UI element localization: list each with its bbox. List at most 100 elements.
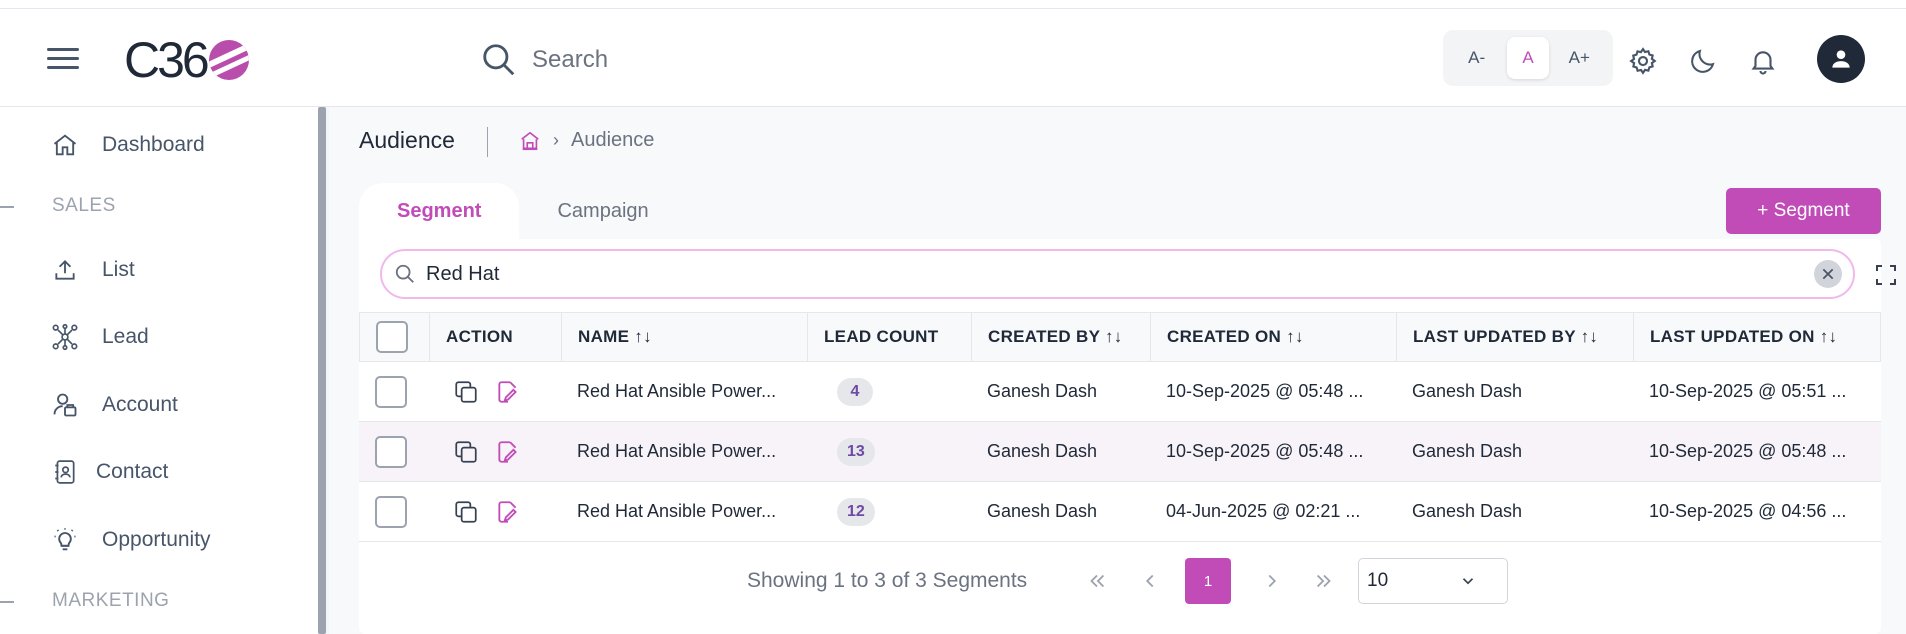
chevron-right-icon [1268, 574, 1277, 588]
add-segment-button[interactable]: + Segment [1726, 188, 1881, 234]
sidebar-item-label: Contact [96, 460, 169, 483]
search-icon [395, 264, 414, 283]
last-page-button[interactable] [1302, 559, 1346, 603]
lead-count-badge: 13 [837, 437, 875, 466]
sidebar-item-lead[interactable]: Lead [50, 317, 149, 357]
close-icon [1822, 268, 1834, 280]
sidebar-item-label: Lead [102, 325, 149, 348]
chevron-down-icon [1462, 578, 1474, 585]
sidebar-scrollbar[interactable] [318, 107, 326, 634]
font-increase-button[interactable]: A+ [1558, 37, 1600, 79]
clear-search-button[interactable] [1814, 260, 1842, 288]
prev-page-button[interactable] [1128, 559, 1172, 603]
section-label-marketing: MARKETING [52, 590, 170, 611]
created-on-cell: 10-Sep-2025 @ 05:48 ... [1166, 381, 1364, 401]
home-icon[interactable] [519, 130, 541, 152]
fullscreen-icon[interactable] [1874, 263, 1898, 287]
column-header-action: ACTION [430, 313, 562, 361]
lead-count-badge: 12 [837, 497, 875, 526]
sidebar-item-label: Opportunity [102, 528, 211, 551]
sidebar-item-contact[interactable]: Contact [50, 452, 168, 492]
lead-count-cell: 12 [807, 482, 971, 542]
breadcrumb-current: Audience [571, 129, 655, 151]
tab-campaign[interactable]: Campaign [519, 183, 686, 239]
updated-on-cell: 10-Sep-2025 @ 05:51 ... [1649, 381, 1847, 401]
tab-bar: Segment Campaign [359, 183, 687, 239]
app-logo[interactable]: C36 [124, 32, 249, 88]
edit-icon[interactable] [493, 437, 523, 467]
sidebar-item-list[interactable]: List [50, 250, 135, 290]
first-page-button[interactable] [1075, 559, 1119, 603]
row-select-cell [359, 422, 429, 482]
breadcrumb: › Audience [519, 129, 654, 152]
moon-icon[interactable] [1686, 44, 1720, 78]
lightbulb-icon [50, 525, 80, 555]
table-row[interactable]: Red Hat Ansible Power... 12 Ganesh Dash … [359, 482, 1881, 542]
created-by-cell: Ganesh Dash [987, 441, 1098, 461]
chevrons-left-icon [1090, 574, 1105, 588]
main-content: Audience › Audience Segment Campaign + S… [329, 107, 1906, 634]
column-header-last-updated-by[interactable]: LAST UPDATED BY ↑↓ [1397, 313, 1634, 361]
pagination-info: Showing 1 to 3 of 3 Segments [747, 569, 1028, 592]
column-header-last-updated-on[interactable]: LAST UPDATED ON ↑↓ [1634, 313, 1880, 361]
user-icon [1832, 50, 1850, 68]
row-checkbox[interactable] [375, 435, 407, 468]
edit-icon[interactable] [493, 377, 523, 407]
column-header-created-on[interactable]: CREATED ON ↑↓ [1151, 313, 1397, 361]
global-search[interactable]: Search [480, 38, 608, 82]
action-cell [429, 482, 561, 542]
gear-icon[interactable] [1626, 44, 1660, 78]
sidebar-item-opportunity[interactable]: Opportunity [50, 520, 211, 560]
name-cell[interactable]: Red Hat Ansible Power... [561, 422, 807, 482]
page-size-select[interactable]: 10 [1358, 558, 1508, 604]
sidebar-item-account[interactable]: Account [50, 385, 178, 425]
chevrons-right-icon [1316, 574, 1331, 588]
table-row[interactable]: Red Hat Ansible Power... 4 Ganesh Dash 1… [359, 362, 1881, 422]
table-row[interactable]: Red Hat Ansible Power... 13 Ganesh Dash … [359, 422, 1881, 482]
copy-icon[interactable] [451, 497, 481, 527]
segment-search-input[interactable]: Red Hat [380, 249, 1855, 299]
page-1-button[interactable]: 1 [1185, 558, 1231, 604]
section-divider [0, 601, 14, 603]
column-header-created-by[interactable]: CREATED BY ↑↓ [972, 313, 1151, 361]
row-select-cell [359, 362, 429, 422]
row-select-cell [359, 482, 429, 542]
column-header-lead-count: LEAD COUNT [808, 313, 972, 361]
menu-icon[interactable] [47, 48, 79, 70]
sidebar-item-label: Dashboard [102, 133, 205, 156]
sidebar-item-dashboard[interactable]: Dashboard [50, 125, 205, 165]
updated-by-cell: Ganesh Dash [1412, 441, 1523, 461]
row-checkbox[interactable] [375, 375, 407, 408]
select-all-checkbox[interactable] [376, 321, 408, 353]
font-decrease-button[interactable]: A- [1456, 37, 1498, 79]
next-page-button[interactable] [1250, 559, 1294, 603]
updated-on-cell: 10-Sep-2025 @ 05:48 ... [1649, 441, 1847, 461]
search-value: Red Hat [426, 262, 500, 285]
upload-icon [50, 255, 80, 285]
sidebar: Dashboard SALES List Lead Account Contac… [0, 107, 318, 634]
bell-icon[interactable] [1746, 44, 1780, 78]
app-header: C36 Search A- A A+ [0, 10, 1906, 107]
font-default-button[interactable]: A [1506, 37, 1549, 79]
created-on-cell: 04-Jun-2025 @ 02:21 ... [1166, 501, 1361, 521]
tab-segment[interactable]: Segment [359, 183, 520, 239]
column-header-name[interactable]: NAME ↑↓ [562, 313, 808, 361]
select-all-cell [360, 313, 430, 361]
action-cell [429, 422, 561, 482]
name-cell[interactable]: Red Hat Ansible Power... [561, 482, 807, 542]
updated-by-cell: Ganesh Dash [1412, 501, 1523, 521]
page-size-value: 10 [1367, 570, 1389, 591]
row-checkbox[interactable] [375, 495, 407, 528]
name-cell[interactable]: Red Hat Ansible Power... [561, 362, 807, 422]
created-by-cell: Ganesh Dash [987, 381, 1098, 401]
avatar[interactable] [1817, 35, 1865, 83]
edit-icon[interactable] [493, 497, 523, 527]
copy-icon[interactable] [451, 437, 481, 467]
top-border [0, 0, 1906, 9]
pagination: Showing 1 to 3 of 3 Segments 1 10 [359, 547, 1881, 617]
lead-count-cell: 13 [807, 422, 971, 482]
chevron-right-icon: › [553, 130, 559, 150]
title-divider [487, 127, 488, 157]
page-title: Audience [359, 127, 455, 153]
copy-icon[interactable] [451, 377, 481, 407]
